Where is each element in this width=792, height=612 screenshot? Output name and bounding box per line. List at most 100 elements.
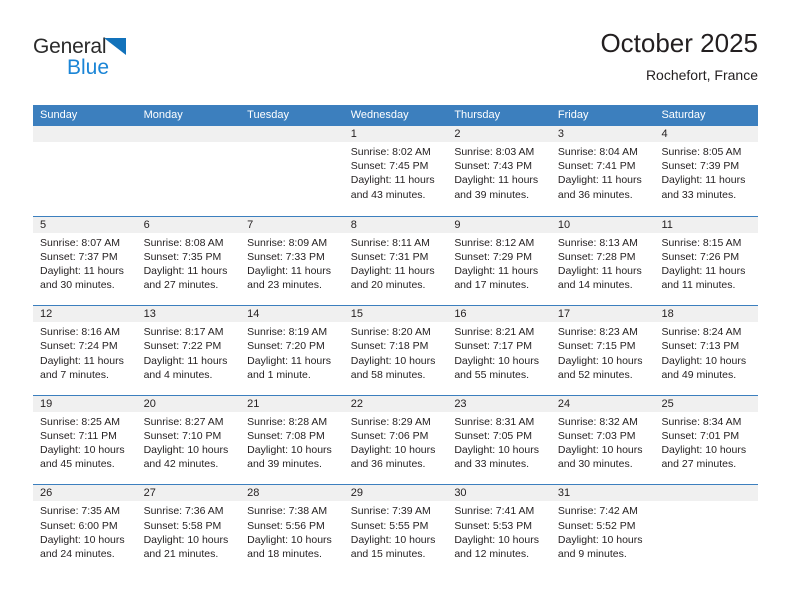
day-number: 15 xyxy=(343,306,448,323)
day-daylight-line: Daylight: 11 hours xyxy=(40,265,124,277)
day-number xyxy=(240,126,344,142)
day-daylight-line: Daylight: 10 hours xyxy=(454,533,539,546)
day-sunset-line: Sunset: 7:10 PM xyxy=(143,429,222,442)
day-sunset-line: Sunset: 5:52 PM xyxy=(557,519,636,532)
day-cell-19[interactable]: 19 Sunrise: 8:25 AM Sunset: 7:11 PM Dayligh… xyxy=(33,395,137,485)
day-cell-5[interactable]: 5 Sunrise: 8:07 AM Sunset: 7:37 PM Daylight… xyxy=(33,216,137,306)
day-sunset-line: Sunset: 7:18 PM xyxy=(350,340,429,353)
weekday-header-thursday: Thursday xyxy=(454,109,501,121)
day-number: 16 xyxy=(447,306,551,323)
day-sun-info: Sunrise: 8:13 AM Sunset: 7:28 PM Daylight:… xyxy=(551,233,655,293)
day-cell-4[interactable]: 4 Sunrise: 8:05 AM Sunset: 7:39 PM Daylight… xyxy=(654,126,759,216)
day-sunrise-line: Sunrise: 8:09 AM xyxy=(247,236,328,249)
day-daylight-line: and 7 minutes. xyxy=(40,368,109,381)
day-sunrise-line: Sunrise: 7:39 AM xyxy=(350,505,431,518)
day-number: 5 xyxy=(33,216,137,233)
day-sun-info: Sunrise: 7:42 AM Sunset: 5:52 PM Daylight:… xyxy=(551,501,655,561)
day-number: 14 xyxy=(240,306,344,323)
day-cell-29[interactable]: 29 Sunrise: 7:39 AM Sunset: 5:55 PM Dayligh… xyxy=(343,485,448,574)
day-daylight-line: Daylight: 11 hours xyxy=(557,174,642,187)
day-number xyxy=(136,126,241,142)
day-daylight-line: and 14 minutes. xyxy=(557,279,633,292)
day-cell-11[interactable]: 11 Sunrise: 8:15 AM Sunset: 7:26 PM Dayligh… xyxy=(654,216,759,306)
day-sun-info: Sunrise: 8:15 AM Sunset: 7:26 PM Daylight:… xyxy=(654,233,758,293)
day-sunset-line: Sunset: 7:26 PM xyxy=(661,250,740,263)
day-cell-10[interactable]: 10 Sunrise: 8:13 AM Sunset: 7:28 PM Dayligh… xyxy=(550,216,655,306)
day-daylight-line: and 58 minutes. xyxy=(350,368,426,381)
page-header: General Blue October 2025 Rochefort, Fra… xyxy=(33,27,758,99)
day-number: 29 xyxy=(343,485,448,502)
day-cell-14[interactable]: 14 Sunrise: 8:19 AM Sunset: 7:20 PM Dayligh… xyxy=(240,306,344,395)
day-cell-6[interactable]: 6 Sunrise: 8:08 AM Sunset: 7:35 PM Daylight… xyxy=(136,216,241,306)
day-daylight-line: Daylight: 10 hours xyxy=(557,444,643,457)
weekday-header-tuesday: Tuesday xyxy=(247,109,289,121)
day-cell-20[interactable]: 20 Sunrise: 8:27 AM Sunset: 7:10 PM Dayligh… xyxy=(136,395,241,485)
day-daylight-line: Daylight: 11 hours xyxy=(143,354,228,367)
day-cell-9[interactable]: 9 Sunrise: 8:12 AM Sunset: 7:29 PM Daylight… xyxy=(447,216,551,306)
day-cell-30[interactable]: 30 Sunrise: 7:41 AM Sunset: 5:53 PM Dayligh… xyxy=(447,485,551,574)
day-number: 20 xyxy=(136,395,241,412)
day-sunset-line: Sunset: 7:15 PM xyxy=(557,340,636,353)
day-daylight-line: and 9 minutes. xyxy=(557,547,627,560)
day-daylight-line: and 12 minutes. xyxy=(454,547,530,560)
day-daylight-line: and 27 minutes. xyxy=(143,279,219,292)
day-sunrise-line: Sunrise: 8:20 AM xyxy=(350,326,431,339)
day-cell-24[interactable]: 24 Sunrise: 8:32 AM Sunset: 7:03 PM Dayligh… xyxy=(550,395,655,485)
day-daylight-line: and 30 minutes. xyxy=(40,279,115,292)
day-daylight-line: Daylight: 10 hours xyxy=(40,444,125,457)
day-cell-23[interactable]: 23 Sunrise: 8:31 AM Sunset: 7:05 PM Dayligh… xyxy=(447,395,551,485)
day-sunset-line: Sunset: 7:11 PM xyxy=(40,429,117,442)
day-daylight-line: Daylight: 10 hours xyxy=(40,533,125,546)
day-sun-info: Sunrise: 8:31 AM Sunset: 7:05 PM Daylight:… xyxy=(447,412,551,472)
day-sunset-line: Sunset: 7:35 PM xyxy=(143,250,222,263)
day-cell-empty xyxy=(654,485,759,574)
day-cell-25[interactable]: 25 Sunrise: 8:34 AM Sunset: 7:01 PM Dayligh… xyxy=(654,395,759,485)
day-daylight-line: Daylight: 10 hours xyxy=(454,444,539,457)
day-sun-info: Sunrise: 8:04 AM Sunset: 7:41 PM Daylight:… xyxy=(551,142,655,202)
day-sunset-line: Sunset: 7:28 PM xyxy=(557,250,636,263)
day-sun-info: Sunrise: 8:02 AM Sunset: 7:45 PM Daylight:… xyxy=(344,142,448,202)
day-sun-info: Sunrise: 8:09 AM Sunset: 7:33 PM Daylight:… xyxy=(240,233,344,293)
day-cell-8[interactable]: 8 Sunrise: 8:11 AM Sunset: 7:31 PM Daylight… xyxy=(343,216,448,306)
day-sunrise-line: Sunrise: 7:41 AM xyxy=(454,505,535,518)
day-cell-27[interactable]: 27 Sunrise: 7:36 AM Sunset: 5:58 PM Dayligh… xyxy=(136,485,241,574)
day-daylight-line: and 1 minute. xyxy=(247,368,311,381)
day-cell-18[interactable]: 18 Sunrise: 8:24 AM Sunset: 7:13 PM Dayligh… xyxy=(654,306,759,395)
day-cell-26[interactable]: 26 Sunrise: 7:35 AM Sunset: 6:00 PM Dayligh… xyxy=(33,485,137,574)
day-sunrise-line: Sunrise: 8:34 AM xyxy=(661,415,742,428)
day-daylight-line: and 11 minutes. xyxy=(661,279,736,292)
logo-text-blue: Blue xyxy=(67,56,110,79)
day-daylight-line: Daylight: 10 hours xyxy=(454,354,539,367)
day-sun-info: Sunrise: 8:05 AM Sunset: 7:39 PM Daylight:… xyxy=(654,142,758,202)
calendar-weeks: 1 Sunrise: 8:02 AM Sunset: 7:45 PM Daylight… xyxy=(33,126,759,574)
day-daylight-line: and 24 minutes. xyxy=(40,547,115,560)
day-daylight-line: and 43 minutes. xyxy=(350,188,426,201)
day-cell-13[interactable]: 13 Sunrise: 8:17 AM Sunset: 7:22 PM Dayligh… xyxy=(136,306,241,395)
day-cell-16[interactable]: 16 Sunrise: 8:21 AM Sunset: 7:17 PM Dayligh… xyxy=(447,306,551,395)
day-number: 24 xyxy=(550,395,655,412)
day-cell-22[interactable]: 22 Sunrise: 8:29 AM Sunset: 7:06 PM Dayligh… xyxy=(343,395,448,485)
day-number: 7 xyxy=(240,216,344,233)
day-sunset-line: Sunset: 7:20 PM xyxy=(247,340,325,353)
day-sun-info: Sunrise: 8:21 AM Sunset: 7:17 PM Daylight:… xyxy=(447,322,551,382)
day-sunrise-line: Sunrise: 8:21 AM xyxy=(454,326,535,339)
day-cell-17[interactable]: 17 Sunrise: 8:23 AM Sunset: 7:15 PM Dayligh… xyxy=(550,306,655,395)
day-cell-3[interactable]: 3 Sunrise: 8:04 AM Sunset: 7:41 PM Daylight… xyxy=(550,126,655,216)
day-sunset-line: Sunset: 5:55 PM xyxy=(350,519,429,532)
calendar-week-row: 12 Sunrise: 8:16 AM Sunset: 7:24 PM Dayligh… xyxy=(33,305,759,395)
day-cell-2[interactable]: 2 Sunrise: 8:03 AM Sunset: 7:43 PM Daylight… xyxy=(447,126,551,216)
day-sun-info: Sunrise: 8:11 AM Sunset: 7:31 PM Daylight:… xyxy=(344,233,448,293)
day-sunset-line: Sunset: 7:06 PM xyxy=(350,429,429,442)
day-cell-28[interactable]: 28 Sunrise: 7:38 AM Sunset: 5:56 PM Dayligh… xyxy=(240,485,344,574)
day-daylight-line: Daylight: 11 hours xyxy=(247,265,332,277)
day-sunrise-line: Sunrise: 8:19 AM xyxy=(247,326,328,339)
day-cell-empty xyxy=(33,126,137,216)
day-cell-15[interactable]: 15 Sunrise: 8:20 AM Sunset: 7:18 PM Dayligh… xyxy=(343,306,448,395)
day-cell-12[interactable]: 12 Sunrise: 8:16 AM Sunset: 7:24 PM Dayligh… xyxy=(33,306,137,395)
day-cell-1[interactable]: 1 Sunrise: 8:02 AM Sunset: 7:45 PM Daylight… xyxy=(343,126,448,216)
day-cell-7[interactable]: 7 Sunrise: 8:09 AM Sunset: 7:33 PM Daylight… xyxy=(240,216,344,306)
day-cell-21[interactable]: 21 Sunrise: 8:28 AM Sunset: 7:08 PM Dayligh… xyxy=(240,395,344,485)
day-sunset-line: Sunset: 7:31 PM xyxy=(350,250,429,263)
day-sun-info: Sunrise: 8:08 AM Sunset: 7:35 PM Daylight:… xyxy=(137,233,241,293)
day-cell-31[interactable]: 31 Sunrise: 7:42 AM Sunset: 5:52 PM Dayligh… xyxy=(550,485,655,574)
